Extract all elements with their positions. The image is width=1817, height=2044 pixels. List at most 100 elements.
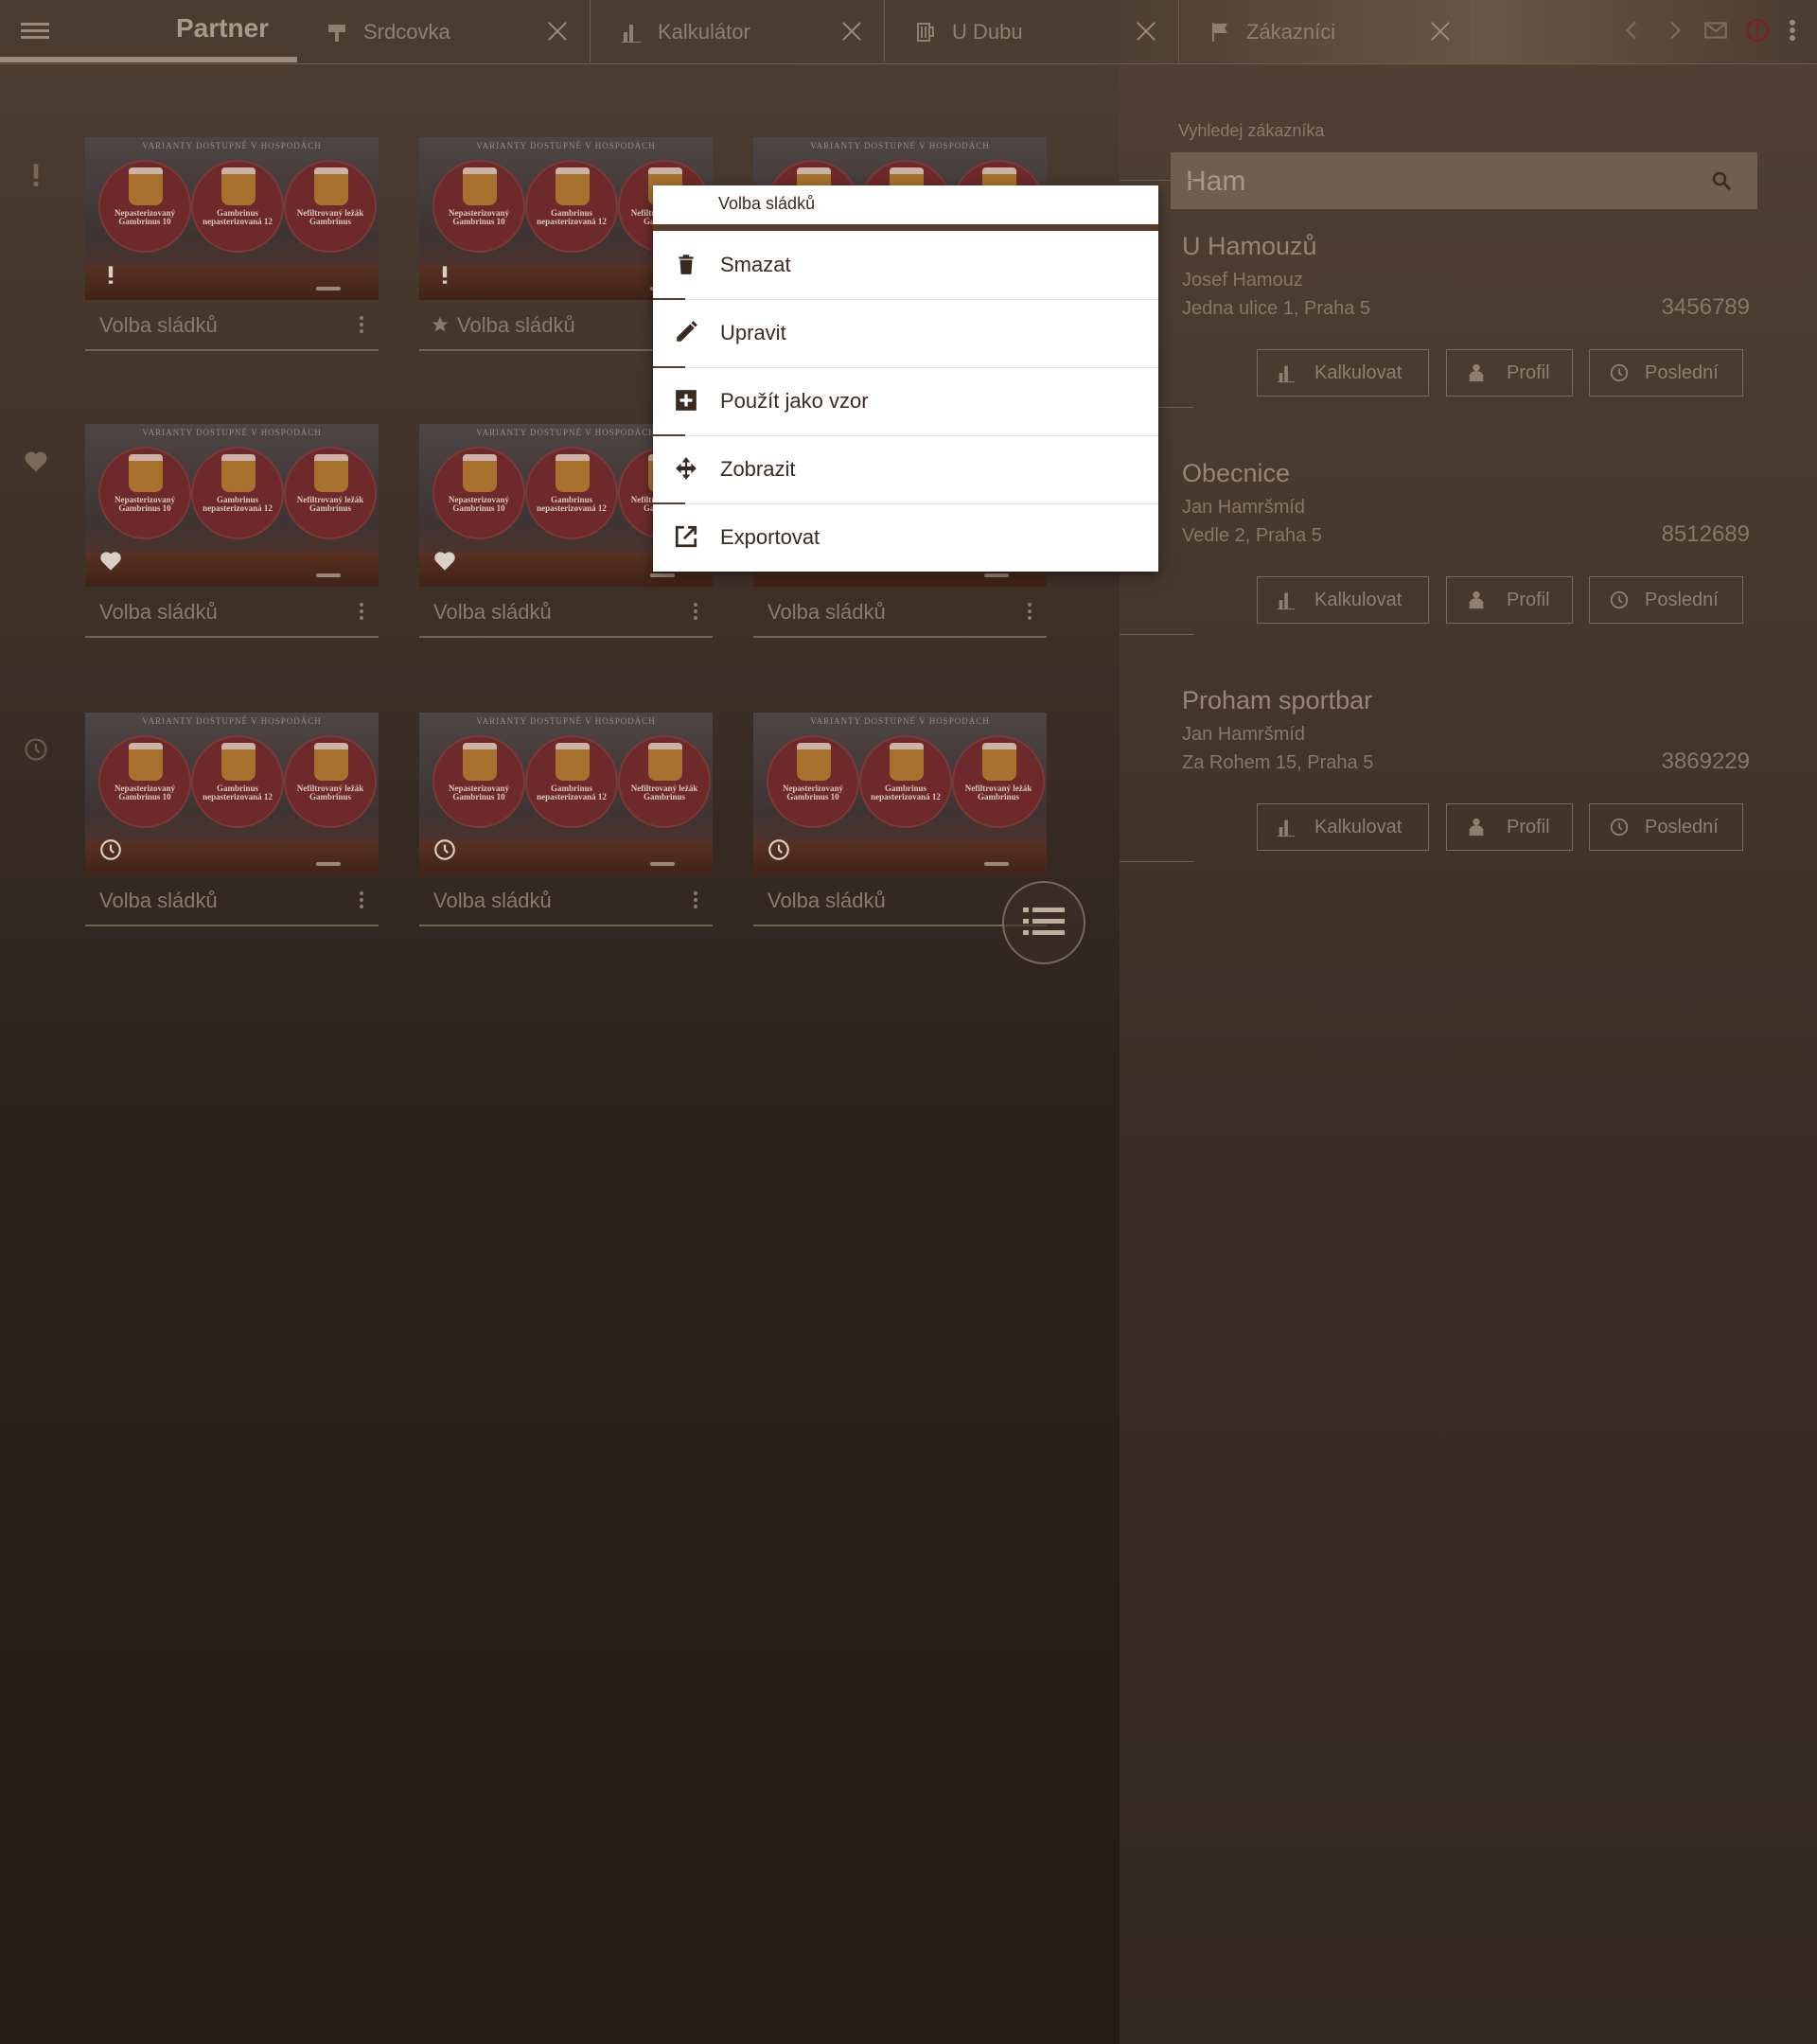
priority-icon (98, 262, 123, 287)
beer-glass-icon (129, 167, 163, 205)
customer-search-input[interactable]: Ham (1171, 152, 1757, 209)
close-icon[interactable] (1429, 19, 1452, 42)
menu-item-smazat[interactable]: Smazat (653, 231, 1158, 299)
last-orders-button[interactable]: Poslední (1589, 576, 1743, 624)
tab-label: Kalkulátor (658, 20, 750, 44)
profile-button[interactable]: Profil (1446, 576, 1573, 624)
card-title: Volba sládků (457, 313, 575, 337)
search-icon[interactable] (1710, 169, 1733, 192)
template-card[interactable]: VARIANTY DOSTUPNÉ V HOSPODÁCH Nepasterizo… (753, 713, 1047, 926)
card-more-vert-icon[interactable] (356, 313, 367, 336)
menu-item-exportovat[interactable]: Exportovat (653, 503, 1158, 572)
card-caption: Volba sládků (419, 875, 713, 926)
menu-item-label: Exportovat (720, 525, 820, 549)
card-title: Volba sládků (99, 889, 218, 912)
move-icon (676, 457, 697, 480)
customer-card[interactable]: Obecnice Jan Hamršmíd Vedle 2, Praha 5 8512… (1182, 459, 1750, 648)
beer-glass-icon (221, 743, 256, 781)
template-card[interactable]: VARIANTY DOSTUPNÉ V HOSPODÁCH Nepasterizo… (85, 713, 379, 926)
person-icon (1466, 590, 1487, 610)
tab-zakaznici[interactable]: Zákazníci (1180, 0, 1473, 62)
calculate-button[interactable]: Kalkulovat (1257, 349, 1429, 396)
favorite-icon (432, 549, 457, 573)
chevron-left-icon[interactable] (1620, 17, 1645, 44)
customer-contact: Jan Hamršmíd (1182, 497, 1306, 518)
close-icon[interactable] (840, 19, 863, 42)
beer-circle: Nefiltrovaný ležák Gambrinus (284, 735, 377, 828)
tab-srdcovka[interactable]: Srdcovka (297, 0, 591, 62)
priority-icon[interactable] (23, 161, 49, 187)
context-menu: Volba sládků Smazat Upravit Použít jako … (653, 185, 1158, 572)
profile-button[interactable]: Profil (1446, 803, 1573, 851)
more-vert-icon[interactable] (1787, 17, 1798, 44)
tap-handle-icon (328, 25, 345, 42)
last-orders-button[interactable]: Poslední (1589, 803, 1743, 851)
beer-mug-icon (917, 23, 934, 42)
favorite-icon[interactable] (23, 449, 49, 475)
search-label: Vyhledej zákazníka (1178, 121, 1325, 140)
menu-item-upravit[interactable]: Upravit (653, 299, 1158, 367)
alert-icon[interactable] (1745, 17, 1770, 44)
bar-chart-icon (1277, 817, 1297, 837)
beer-glass-icon (648, 743, 682, 781)
thumbnail-headline: VARIANTY DOSTUPNÉ V HOSPODÁCH (476, 141, 656, 150)
thumbnail-bar-counter (85, 553, 379, 587)
beer-circle: Nepasterizovaný Gambrinus 10 (98, 447, 191, 539)
card-more-vert-icon[interactable] (356, 889, 367, 911)
template-card[interactable]: VARIANTY DOSTUPNÉ V HOSPODÁCH Nepasterizo… (85, 137, 379, 351)
template-card[interactable]: VARIANTY DOSTUPNÉ V HOSPODÁCH Nepasterizo… (419, 713, 713, 926)
button-label: Kalkulovat (1314, 590, 1402, 610)
card-title: Volba sládků (433, 600, 552, 624)
close-icon[interactable] (546, 19, 569, 42)
close-icon[interactable] (1135, 19, 1157, 42)
star-icon (431, 315, 450, 334)
customer-card[interactable]: U Hamouzů Josef Hamouz Jedna ulice 1, Prah… (1182, 232, 1750, 421)
card-more-vert-icon[interactable] (356, 600, 367, 623)
history-icon[interactable] (23, 736, 49, 763)
beer-name: Gambrinus nepasterizovaná 12 (537, 784, 607, 802)
menu-item-pouzit-jako-vzor[interactable]: Použít jako vzor (653, 367, 1158, 435)
beer-name: Nefiltrovaný ležák Gambrinus (630, 784, 698, 802)
customer-card[interactable]: Proham sportbar Jan Hamršmíd Za Rohem 15, … (1182, 686, 1750, 875)
card-more-vert-icon[interactable] (1024, 600, 1035, 623)
thumbnail-bar-counter (419, 841, 713, 875)
beer-circle: Nefiltrovaný ležák Gambrinus (952, 735, 1045, 828)
beer-circle: Nepasterizovaný Gambrinus 10 (98, 160, 191, 253)
customer-name: Proham sportbar (1182, 686, 1373, 714)
tab-u-dubu[interactable]: U Dubu (886, 0, 1179, 62)
menu-item-label: Použít jako vzor (720, 389, 869, 413)
menu-item-zobrazit[interactable]: Zobrazit (653, 435, 1158, 503)
beer-circle: Nefiltrovaný ležák Gambrinus (284, 160, 377, 253)
beer-circle: Gambrinus nepasterizovaná 12 (191, 447, 284, 539)
calculate-button[interactable]: Kalkulovat (1257, 576, 1429, 624)
beer-name: Gambrinus nepasterizovaná 12 (537, 495, 607, 514)
card-more-vert-icon[interactable] (690, 600, 701, 623)
hamburger-menu-icon[interactable] (21, 19, 49, 44)
thumbnail-bar-counter (753, 841, 1047, 875)
thumbnail-headline: VARIANTY DOSTUPNÉ V HOSPODÁCH (476, 716, 656, 726)
beer-glass-icon (890, 743, 924, 781)
beer-name: Nepasterizovaný Gambrinus 10 (115, 784, 175, 802)
template-thumbnail: VARIANTY DOSTUPNÉ V HOSPODÁCH Nepasterizo… (85, 713, 379, 875)
last-orders-button[interactable]: Poslední (1589, 349, 1743, 396)
history-icon (1609, 817, 1630, 837)
bar-chart-icon (622, 25, 641, 43)
card-title: Volba sládků (767, 600, 886, 624)
list-view-button[interactable] (1002, 881, 1085, 964)
beer-glass-icon (556, 167, 590, 205)
calculate-button[interactable]: Kalkulovat (1257, 803, 1429, 851)
menu-item-label: Zobrazit (720, 457, 796, 481)
card-more-vert-icon[interactable] (690, 889, 701, 911)
search-value: Ham (1186, 166, 1246, 197)
beer-name: Gambrinus nepasterizovaná 12 (203, 495, 273, 514)
menu-item-label: Upravit (720, 321, 786, 344)
profile-button[interactable]: Profil (1446, 349, 1573, 396)
brand-title: Partner (176, 13, 270, 43)
beer-name: Nefiltrovaný ležák Gambrinus (296, 208, 364, 227)
chevron-right-icon[interactable] (1662, 17, 1686, 44)
template-card[interactable]: VARIANTY DOSTUPNÉ V HOSPODÁCH Nepasterizo… (85, 424, 379, 638)
history-icon (767, 837, 791, 862)
tab-kalkulator[interactable]: Kalkulátor (591, 0, 885, 62)
mail-icon[interactable] (1703, 17, 1728, 44)
button-label: Profil (1507, 362, 1550, 383)
